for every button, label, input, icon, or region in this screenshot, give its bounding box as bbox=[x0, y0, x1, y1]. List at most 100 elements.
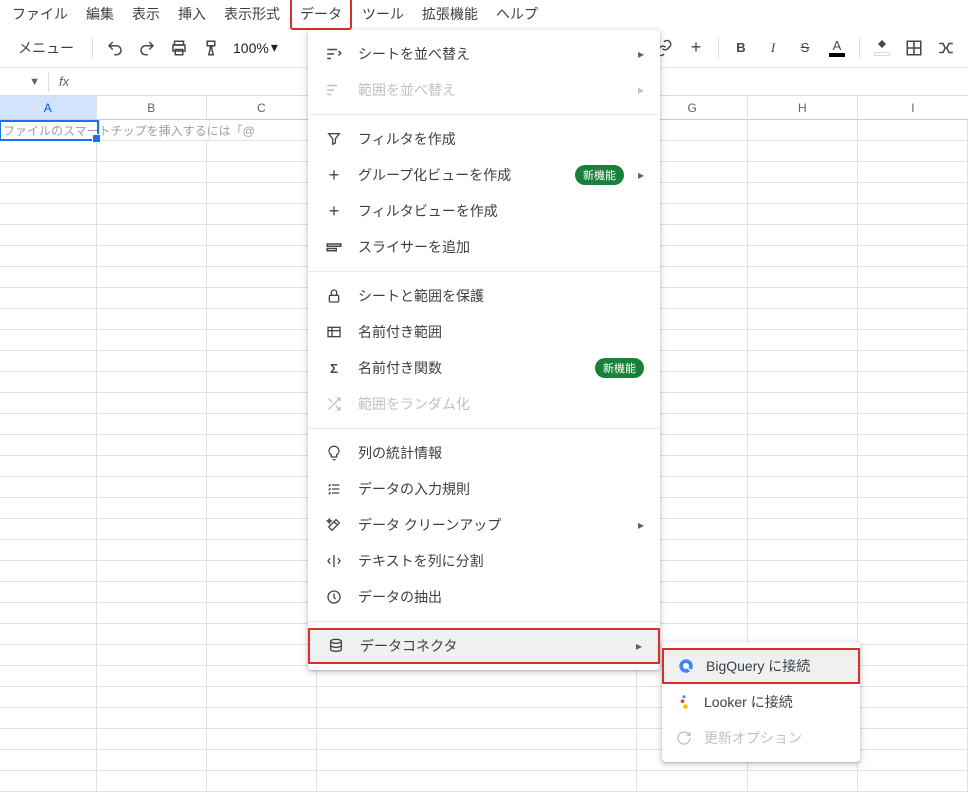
cell[interactable] bbox=[207, 141, 317, 162]
menu-named-ranges[interactable]: 名前付き範囲 bbox=[308, 314, 660, 350]
cell[interactable] bbox=[748, 309, 858, 330]
menu-add-slicer[interactable]: スライサーを追加 bbox=[308, 229, 660, 265]
submenu-looker[interactable]: Looker に接続 bbox=[662, 684, 860, 720]
cell[interactable] bbox=[97, 624, 207, 645]
cell[interactable] bbox=[858, 666, 968, 687]
cell[interactable] bbox=[748, 771, 858, 792]
cell[interactable] bbox=[858, 267, 968, 288]
name-box[interactable]: ▼ bbox=[0, 76, 48, 88]
cell[interactable] bbox=[0, 771, 97, 792]
column-header[interactable]: A bbox=[0, 96, 97, 120]
cell[interactable] bbox=[97, 162, 207, 183]
cell[interactable] bbox=[0, 288, 97, 309]
cell[interactable] bbox=[0, 393, 97, 414]
cell[interactable] bbox=[0, 456, 97, 477]
column-header[interactable]: I bbox=[858, 96, 968, 120]
cell[interactable] bbox=[858, 540, 968, 561]
cell[interactable] bbox=[0, 267, 97, 288]
cell[interactable] bbox=[317, 708, 637, 729]
cell[interactable] bbox=[748, 225, 858, 246]
cell[interactable] bbox=[207, 603, 317, 624]
grid-row[interactable] bbox=[0, 771, 968, 792]
menu-named-functions[interactable]: Σ 名前付き関数 新機能 bbox=[308, 350, 660, 386]
menu-extensions[interactable]: 拡張機能 bbox=[414, 0, 486, 28]
cell[interactable] bbox=[207, 540, 317, 561]
column-header[interactable]: C bbox=[207, 96, 317, 120]
cell[interactable] bbox=[0, 183, 97, 204]
cell[interactable] bbox=[748, 456, 858, 477]
cell[interactable] bbox=[0, 225, 97, 246]
cell[interactable] bbox=[207, 624, 317, 645]
cell[interactable] bbox=[0, 204, 97, 225]
print-icon[interactable] bbox=[165, 34, 193, 62]
cell[interactable] bbox=[317, 771, 637, 792]
cell[interactable] bbox=[97, 393, 207, 414]
cell[interactable] bbox=[97, 519, 207, 540]
cell[interactable] bbox=[748, 372, 858, 393]
cell[interactable] bbox=[748, 162, 858, 183]
cell[interactable] bbox=[97, 288, 207, 309]
cell[interactable] bbox=[858, 729, 968, 750]
strikethrough-icon[interactable]: S bbox=[791, 34, 819, 62]
cell[interactable] bbox=[748, 351, 858, 372]
cell[interactable] bbox=[0, 435, 97, 456]
cell[interactable] bbox=[858, 309, 968, 330]
fill-color-icon[interactable] bbox=[868, 34, 896, 62]
cell[interactable] bbox=[317, 729, 637, 750]
cell[interactable] bbox=[97, 372, 207, 393]
cell[interactable] bbox=[207, 561, 317, 582]
cell[interactable] bbox=[207, 645, 317, 666]
insert-chip-icon[interactable]: + bbox=[682, 34, 710, 62]
cell[interactable] bbox=[97, 351, 207, 372]
cell[interactable] bbox=[0, 666, 97, 687]
cell[interactable] bbox=[858, 372, 968, 393]
cell[interactable] bbox=[858, 771, 968, 792]
cell[interactable] bbox=[748, 120, 858, 141]
cell[interactable] bbox=[858, 708, 968, 729]
cell[interactable] bbox=[97, 708, 207, 729]
cell[interactable] bbox=[207, 477, 317, 498]
cell[interactable] bbox=[858, 330, 968, 351]
cell[interactable] bbox=[0, 162, 97, 183]
cell[interactable] bbox=[0, 750, 97, 771]
cell[interactable] bbox=[0, 414, 97, 435]
cell[interactable] bbox=[0, 582, 97, 603]
cell[interactable] bbox=[97, 246, 207, 267]
italic-icon[interactable]: I bbox=[759, 34, 787, 62]
cell[interactable] bbox=[0, 708, 97, 729]
cell[interactable] bbox=[0, 687, 97, 708]
cell[interactable] bbox=[858, 561, 968, 582]
zoom-select[interactable]: 100% ▾ bbox=[229, 39, 282, 56]
borders-icon[interactable] bbox=[900, 34, 928, 62]
cell[interactable] bbox=[207, 204, 317, 225]
menu-column-stats[interactable]: 列の統計情報 bbox=[308, 435, 660, 471]
cell[interactable] bbox=[97, 456, 207, 477]
cell[interactable] bbox=[97, 309, 207, 330]
cell[interactable] bbox=[0, 561, 97, 582]
cell[interactable] bbox=[207, 498, 317, 519]
cell[interactable] bbox=[748, 540, 858, 561]
cell[interactable] bbox=[748, 246, 858, 267]
cell[interactable] bbox=[858, 750, 968, 771]
cell[interactable] bbox=[748, 330, 858, 351]
cell[interactable] bbox=[0, 372, 97, 393]
cell[interactable] bbox=[207, 729, 317, 750]
cell[interactable] bbox=[97, 771, 207, 792]
menu-edit[interactable]: 編集 bbox=[78, 0, 122, 28]
cell[interactable] bbox=[207, 435, 317, 456]
cell[interactable] bbox=[207, 456, 317, 477]
cell[interactable] bbox=[207, 519, 317, 540]
cell[interactable] bbox=[858, 435, 968, 456]
cell[interactable] bbox=[207, 666, 317, 687]
menu-filter-view[interactable]: + フィルタビューを作成 bbox=[308, 193, 660, 229]
cell[interactable] bbox=[97, 582, 207, 603]
cell[interactable] bbox=[97, 666, 207, 687]
cell[interactable] bbox=[97, 204, 207, 225]
cell[interactable] bbox=[858, 687, 968, 708]
menu-sort-sheet[interactable]: シートを並べ替え ▸ bbox=[308, 36, 660, 72]
cell[interactable] bbox=[207, 393, 317, 414]
menu-file[interactable]: ファイル bbox=[4, 0, 76, 28]
cell[interactable] bbox=[207, 288, 317, 309]
cell[interactable] bbox=[858, 498, 968, 519]
cell[interactable] bbox=[207, 771, 317, 792]
